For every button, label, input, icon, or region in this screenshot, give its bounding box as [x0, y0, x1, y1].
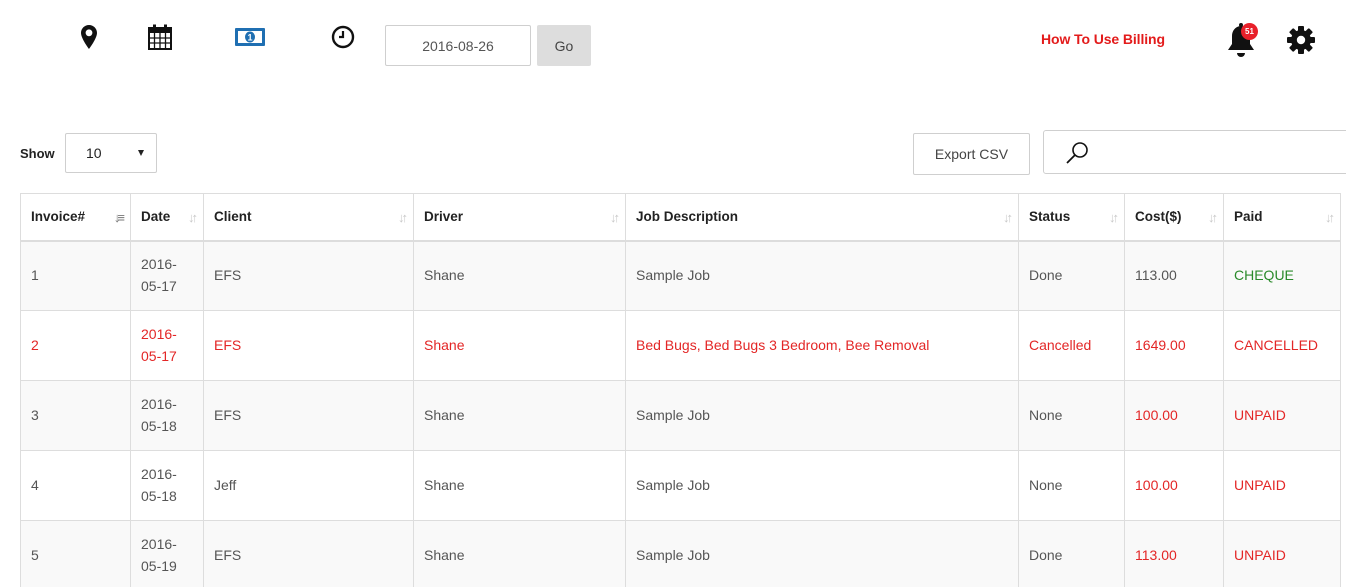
client-cell: Jeff: [203, 450, 414, 521]
date-cell: 2016- 05-19: [130, 520, 204, 587]
client-cell: EFS: [203, 310, 414, 381]
client-cell: EFS: [203, 380, 414, 451]
paid-cell: UNPAID: [1223, 520, 1341, 587]
clock-icon[interactable]: [330, 24, 356, 50]
client-cell: EFS: [203, 520, 414, 587]
cost-cell: 1649.00: [1124, 310, 1224, 381]
column-header-driver[interactable]: Driver ↓↑: [413, 193, 626, 242]
sort-icon: ↓↑: [398, 210, 408, 225]
status-cell: Done: [1018, 520, 1125, 587]
cost-cell: 113.00: [1124, 520, 1224, 587]
date-cell: 2016- 05-17: [130, 310, 204, 381]
invoice-cell: 3: [20, 380, 131, 451]
invoice-table: Invoice# ↓≡ Date ↓↑ Client ↓↑ Driver ↓↑ Job …: [20, 193, 1341, 587]
invoice-cell: 4: [20, 450, 131, 521]
driver-cell: Shane: [413, 240, 626, 311]
invoice-cell: 2: [20, 310, 131, 381]
column-header-invoice[interactable]: Invoice# ↓≡: [20, 193, 131, 242]
table-row[interactable]: 3 2016- 05-18 EFS Shane Sample Job None 1…: [20, 380, 1341, 451]
search-icon: [1066, 142, 1088, 164]
show-entries-label: Show: [20, 146, 55, 161]
column-header-cost[interactable]: Cost($) ↓↑: [1124, 193, 1224, 242]
date-input[interactable]: [385, 25, 531, 66]
client-cell: EFS: [203, 240, 414, 311]
job-description-cell: Sample Job: [625, 240, 1019, 311]
notification-count-badge: 51: [1241, 23, 1258, 40]
table-row[interactable]: 5 2016- 05-19 EFS Shane Sample Job Done 1…: [20, 520, 1341, 587]
sort-ascending-icon: ↓≡: [113, 210, 125, 225]
job-description-cell: Sample Job: [625, 380, 1019, 451]
paid-cell: UNPAID: [1223, 380, 1341, 451]
date-cell: 2016- 05-18: [130, 380, 204, 451]
sort-icon: ↓↑: [1003, 210, 1013, 225]
driver-cell: Shane: [413, 380, 626, 451]
table-row[interactable]: 4 2016- 05-18 Jeff Shane Sample Job None …: [20, 450, 1341, 521]
export-csv-button[interactable]: Export CSV: [913, 133, 1030, 175]
settings-gear-icon[interactable]: [1286, 25, 1316, 55]
top-toolbar: 1 Go How To Use Billing 51: [0, 0, 1346, 90]
money-icon[interactable]: 1: [233, 24, 267, 50]
entries-per-page-select[interactable]: 10: [65, 133, 157, 173]
job-description-cell: Sample Job: [625, 520, 1019, 587]
table-row[interactable]: 2 2016- 05-17 EFS Shane Bed Bugs, Bed Bug…: [20, 310, 1341, 381]
driver-cell: Shane: [413, 520, 626, 587]
chevron-down-icon: [138, 150, 144, 156]
paid-cell: CANCELLED: [1223, 310, 1341, 381]
search-input[interactable]: [1043, 130, 1346, 174]
map-marker-icon[interactable]: [76, 24, 102, 50]
notifications-button[interactable]: 51: [1226, 23, 1260, 59]
column-header-job-description[interactable]: Job Description ↓↑: [625, 193, 1019, 242]
cost-cell: 113.00: [1124, 240, 1224, 311]
invoice-cell: 1: [20, 240, 131, 311]
entries-per-page-value: 10: [86, 145, 102, 161]
status-cell: None: [1018, 450, 1125, 521]
column-header-client[interactable]: Client ↓↑: [203, 193, 414, 242]
table-row[interactable]: 1 2016- 05-17 EFS Shane Sample Job Done 1…: [20, 240, 1341, 311]
column-header-date[interactable]: Date ↓↑: [130, 193, 204, 242]
table-header-row: Invoice# ↓≡ Date ↓↑ Client ↓↑ Driver ↓↑ Job …: [20, 193, 1341, 242]
driver-cell: Shane: [413, 450, 626, 521]
calendar-icon[interactable]: [147, 24, 173, 50]
svg-text:1: 1: [247, 32, 252, 42]
sort-icon: ↓↑: [1109, 210, 1119, 225]
date-cell: 2016- 05-17: [130, 240, 204, 311]
column-header-paid[interactable]: Paid ↓↑: [1223, 193, 1341, 242]
status-cell: Done: [1018, 240, 1125, 311]
sort-icon: ↓↑: [1208, 210, 1218, 225]
date-cell: 2016- 05-18: [130, 450, 204, 521]
cost-cell: 100.00: [1124, 380, 1224, 451]
status-cell: Cancelled: [1018, 310, 1125, 381]
driver-cell: Shane: [413, 310, 626, 381]
sort-icon: ↓↑: [610, 210, 620, 225]
status-cell: None: [1018, 380, 1125, 451]
invoice-cell: 5: [20, 520, 131, 587]
paid-cell: UNPAID: [1223, 450, 1341, 521]
go-button[interactable]: Go: [537, 25, 591, 66]
column-header-status[interactable]: Status ↓↑: [1018, 193, 1125, 242]
sort-icon: ↓↑: [1325, 210, 1335, 225]
job-description-cell: Bed Bugs, Bed Bugs 3 Bedroom, Bee Remova…: [625, 310, 1019, 381]
how-to-use-billing-link[interactable]: How To Use Billing: [1041, 31, 1165, 47]
job-description-cell: Sample Job: [625, 450, 1019, 521]
cost-cell: 100.00: [1124, 450, 1224, 521]
sort-icon: ↓↑: [188, 210, 198, 225]
paid-cell: CHEQUE: [1223, 240, 1341, 311]
